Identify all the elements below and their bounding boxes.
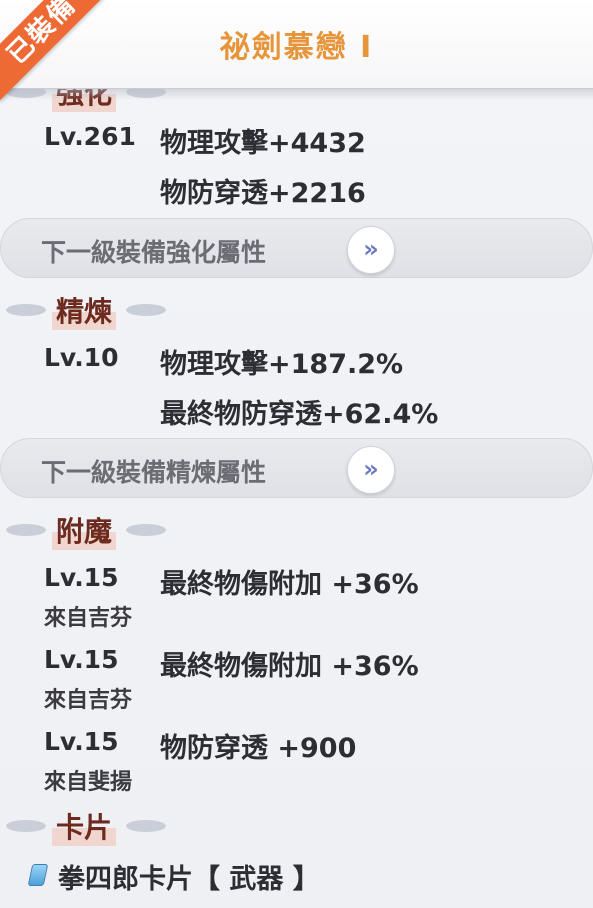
enhance-stat: 物理攻擊+4432 <box>160 128 366 159</box>
section-title-refine: 精煉 <box>6 290 167 330</box>
enhance-stat: 物防穿透+2216 <box>160 178 366 209</box>
next-arrow-button[interactable]: » <box>347 446 395 494</box>
wing-ornament-icon <box>6 524 46 536</box>
enchant-level: Lv.15 <box>44 563 119 592</box>
next-arrow-button[interactable]: » <box>347 226 395 274</box>
enchant-source: 來自吉芬 <box>44 606 133 631</box>
enchant-stat: 最終物傷附加 +36% <box>160 651 419 682</box>
section-title-enchant: 附魔 <box>6 510 167 550</box>
next-enhance-label: 下一級裝備強化屬性 <box>41 238 267 267</box>
item-title: 祕劍慕戀 I <box>219 30 374 65</box>
wing-ornament-icon <box>126 820 167 832</box>
card-name[interactable]: 拳四郎卡片【 武器 】 <box>58 857 320 896</box>
wing-ornament-icon <box>126 304 167 316</box>
equipment-detail-panel: 強化 Lv.261 物理攻擊+4432 物防穿透+2216 下一級裝備強化屬性 … <box>0 0 593 908</box>
enchant-stat: 物防穿透 +900 <box>160 733 357 764</box>
enchant-stat: 最終物傷附加 +36% <box>160 569 419 600</box>
enchant-level: Lv.15 <box>44 727 119 756</box>
refine-stat: 物理攻擊+187.2% <box>160 349 404 380</box>
card-gem-icon <box>27 864 49 886</box>
enchant-source: 來自斐揚 <box>44 770 133 795</box>
scroll-shadow <box>0 88 593 100</box>
next-refine-label: 下一級裝備精煉屬性 <box>41 458 267 487</box>
refine-stat: 最終物防穿透+62.4% <box>160 399 439 430</box>
next-refine-bar[interactable]: 下一級裝備精煉屬性 » <box>0 438 593 498</box>
next-enhance-bar[interactable]: 下一級裝備強化屬性 » <box>0 218 593 278</box>
wing-ornament-icon <box>6 304 46 316</box>
item-header: 祕劍慕戀 I <box>0 0 593 89</box>
enhance-level: Lv.261 <box>44 122 136 151</box>
enchant-source: 來自吉芬 <box>44 688 133 713</box>
wing-ornament-icon <box>6 820 46 832</box>
section-title-cards: 卡片 <box>6 806 167 846</box>
wing-ornament-icon <box>126 524 167 536</box>
enchant-level: Lv.15 <box>44 645 119 674</box>
refine-level: Lv.10 <box>44 343 119 372</box>
